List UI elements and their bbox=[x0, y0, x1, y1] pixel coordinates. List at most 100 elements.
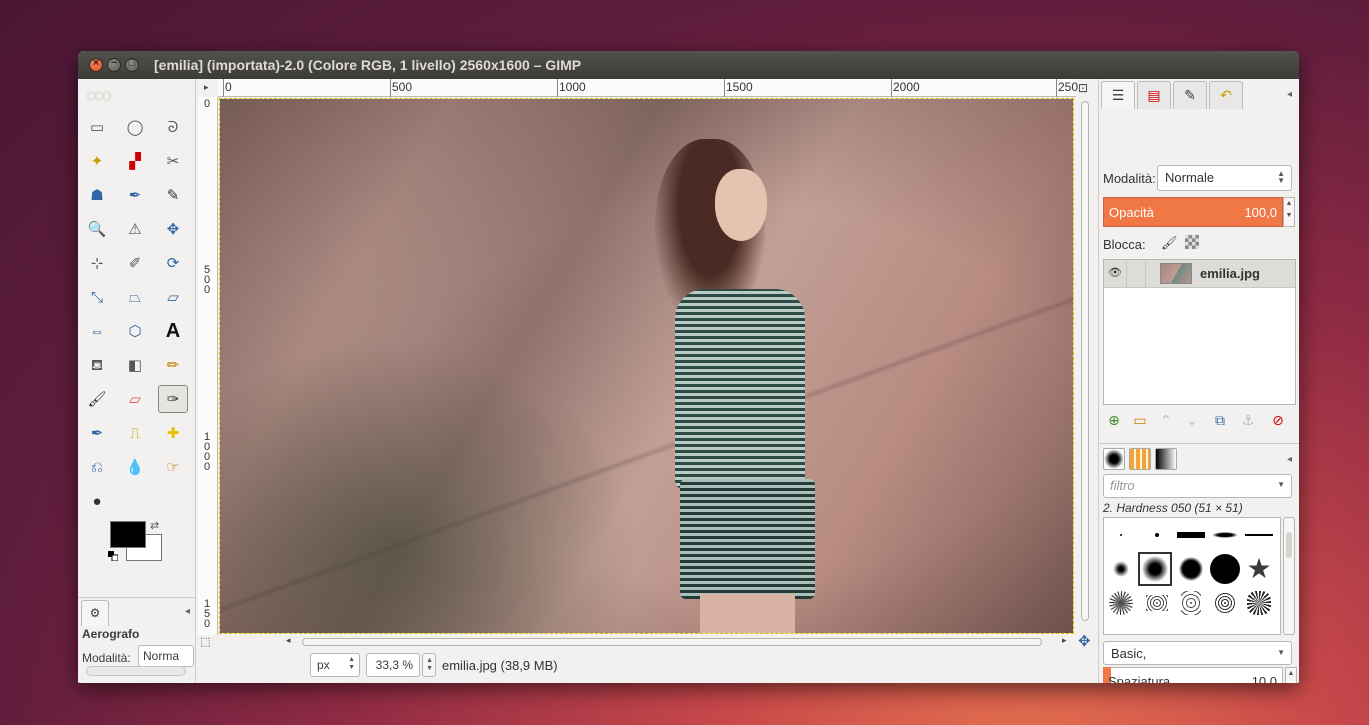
scroll-left-icon[interactable]: ◂ bbox=[286, 635, 291, 646]
tab-undo-history[interactable]: ↶ bbox=[1209, 81, 1243, 109]
heal-tool[interactable]: ✚ bbox=[158, 419, 188, 447]
rect-select-tool[interactable]: ▭ bbox=[82, 113, 112, 141]
navigate-icon[interactable]: ✥ bbox=[1078, 632, 1091, 650]
rotate-tool[interactable]: ⟳ bbox=[158, 249, 188, 277]
layer-name[interactable]: emilia.jpg bbox=[1200, 266, 1260, 281]
brush-item[interactable] bbox=[1104, 552, 1138, 586]
cage-transform-tool[interactable]: ⬡ bbox=[120, 317, 150, 345]
brush-item[interactable] bbox=[1174, 552, 1208, 586]
raise-layer-icon[interactable]: ⌃ bbox=[1155, 409, 1177, 431]
scroll-thumb[interactable] bbox=[302, 638, 1042, 646]
zoom-tool[interactable]: 🔍 bbox=[82, 215, 112, 243]
duplicate-layer-icon[interactable]: ⧉ bbox=[1209, 409, 1231, 431]
text-tool[interactable]: A bbox=[158, 317, 188, 345]
airbrush-tool[interactable]: ✑ bbox=[158, 385, 188, 413]
scroll-right-icon[interactable]: ▸ bbox=[1062, 635, 1067, 646]
opacity-stepper[interactable]: ▲ ▼ bbox=[1283, 197, 1295, 227]
brush-item[interactable] bbox=[1208, 518, 1242, 552]
pencil-tool[interactable]: ✏ bbox=[158, 351, 188, 379]
brush-item[interactable] bbox=[1242, 518, 1276, 552]
brush-item[interactable] bbox=[1140, 518, 1174, 552]
bucket-fill-tool[interactable]: ⛾ bbox=[82, 351, 112, 379]
vertical-scrollbar[interactable] bbox=[1078, 97, 1092, 635]
scissors-select-tool[interactable]: ✂ bbox=[158, 147, 188, 175]
vertical-ruler[interactable]: 0 500 1000 150 bbox=[198, 97, 218, 635]
tab-gradients[interactable] bbox=[1155, 448, 1177, 470]
scale-tool[interactable]: ⤡ bbox=[82, 283, 112, 311]
brush-item[interactable] bbox=[1208, 552, 1242, 586]
brush-item-selected[interactable] bbox=[1138, 552, 1172, 586]
lower-layer-icon[interactable]: ⌄ bbox=[1181, 409, 1203, 431]
tool-options-scrollbar[interactable] bbox=[86, 666, 186, 676]
brush-item[interactable]: ★ bbox=[1242, 552, 1276, 586]
tool-options-tab[interactable]: ⚙ bbox=[81, 600, 109, 626]
tool-mode-select[interactable]: Norma bbox=[138, 645, 194, 667]
blend-tool[interactable]: ◧ bbox=[120, 351, 150, 379]
perspective-tool[interactable]: ⏥ bbox=[158, 283, 188, 311]
tab-brushes[interactable] bbox=[1103, 448, 1125, 470]
layer-mode-select[interactable]: Normale ▲ ▼ bbox=[1157, 165, 1292, 191]
tab-menu-icon[interactable]: ◂ bbox=[1287, 89, 1292, 100]
opacity-slider[interactable]: Opacità 100,0 bbox=[1103, 197, 1283, 227]
tab-paths[interactable]: ✎ bbox=[1173, 81, 1207, 109]
image-photo[interactable] bbox=[219, 98, 1074, 634]
new-layer-icon[interactable]: ⊕ bbox=[1103, 409, 1125, 431]
brush-filter-input[interactable]: filtro ▼ bbox=[1103, 474, 1292, 498]
clone-tool[interactable]: ⎍ bbox=[120, 419, 150, 447]
fuzzy-select-tool[interactable]: ✦ bbox=[82, 147, 112, 175]
ellipse-select-tool[interactable]: ◯ bbox=[120, 113, 150, 141]
tab-patterns[interactable] bbox=[1129, 448, 1151, 470]
layer-row[interactable]: 👁 emilia.jpg bbox=[1104, 260, 1295, 288]
zoom-to-fit-icon[interactable]: ⊡ bbox=[1078, 81, 1088, 95]
crop-tool[interactable]: ✐ bbox=[120, 249, 150, 277]
align-tool[interactable]: ⊹ bbox=[82, 249, 112, 277]
tab-menu-icon[interactable]: ◂ bbox=[185, 606, 190, 617]
measure-tool[interactable]: ⚠ bbox=[120, 215, 150, 243]
color-picker-tool[interactable]: ✎ bbox=[158, 181, 188, 209]
tab-layers[interactable]: ☰ bbox=[1101, 81, 1135, 109]
horizontal-ruler[interactable]: 0 500 1000 1500 2000 250 bbox=[218, 79, 1078, 97]
lock-alpha-icon[interactable] bbox=[1185, 235, 1199, 249]
scroll-thumb[interactable] bbox=[1081, 101, 1089, 621]
perspective-clone-tool[interactable]: ⎌ bbox=[82, 453, 112, 481]
spacing-slider[interactable]: Spaziatura 10,0 ▲▼ bbox=[1103, 667, 1297, 683]
flip-tool[interactable]: ⇔ bbox=[82, 317, 112, 345]
swap-colors-icon[interactable]: ⇄ bbox=[150, 519, 159, 532]
close-window-button[interactable]: × bbox=[89, 57, 103, 72]
move-tool[interactable]: ✥ bbox=[158, 215, 188, 243]
image-menu-icon[interactable]: ▸ bbox=[204, 82, 209, 93]
restore-options-icon[interactable]: ⬆ bbox=[112, 679, 134, 684]
scroll-thumb[interactable] bbox=[1286, 532, 1292, 558]
lock-pixels-icon[interactable]: 🖌 bbox=[1161, 235, 1178, 251]
brush-grid-scrollbar[interactable] bbox=[1283, 517, 1295, 635]
unit-select[interactable]: px ▲ ▼ bbox=[310, 653, 360, 677]
free-select-tool[interactable]: ᘐ bbox=[158, 113, 188, 141]
reset-options-icon[interactable]: ↺ bbox=[168, 679, 190, 684]
eraser-tool[interactable]: ▱ bbox=[120, 385, 150, 413]
horizontal-scrollbar[interactable] bbox=[298, 635, 1058, 649]
save-options-icon[interactable]: ⬇ bbox=[84, 679, 106, 684]
quick-mask-icon[interactable]: ⬚ bbox=[200, 635, 210, 648]
brush-item[interactable] bbox=[1104, 518, 1138, 552]
brush-item[interactable] bbox=[1174, 586, 1208, 620]
dodge-burn-tool[interactable]: ● bbox=[82, 487, 112, 515]
paintbrush-tool[interactable]: 🖌 bbox=[82, 385, 112, 413]
brush-item[interactable] bbox=[1140, 586, 1174, 620]
delete-layer-icon[interactable]: ⊘ bbox=[1267, 409, 1289, 431]
anchor-layer-icon[interactable]: ⚓ bbox=[1237, 409, 1259, 431]
blur-sharpen-tool[interactable]: 💧 bbox=[120, 453, 150, 481]
foreground-select-tool[interactable]: ☗ bbox=[82, 181, 112, 209]
paths-tool[interactable]: ✒ bbox=[120, 181, 150, 209]
spacing-stepper[interactable]: ▲▼ bbox=[1285, 667, 1297, 683]
brush-preset-select[interactable]: Basic, ▼ bbox=[1103, 641, 1292, 665]
shear-tool[interactable]: ⏢ bbox=[120, 283, 150, 311]
default-colors-icon[interactable] bbox=[108, 551, 118, 561]
brush-item[interactable] bbox=[1242, 586, 1276, 620]
brush-item[interactable] bbox=[1174, 518, 1208, 552]
wilber-drop-area[interactable]: ᵒᵒᵒ bbox=[86, 83, 188, 113]
zoom-stepper[interactable]: ▲ ▼ bbox=[422, 653, 436, 677]
zoom-input[interactable]: 33,3 % bbox=[366, 653, 420, 677]
brush-item[interactable] bbox=[1208, 586, 1242, 620]
delete-options-icon[interactable]: ⊘ bbox=[140, 679, 162, 684]
ink-tool[interactable]: ✒ bbox=[82, 419, 112, 447]
